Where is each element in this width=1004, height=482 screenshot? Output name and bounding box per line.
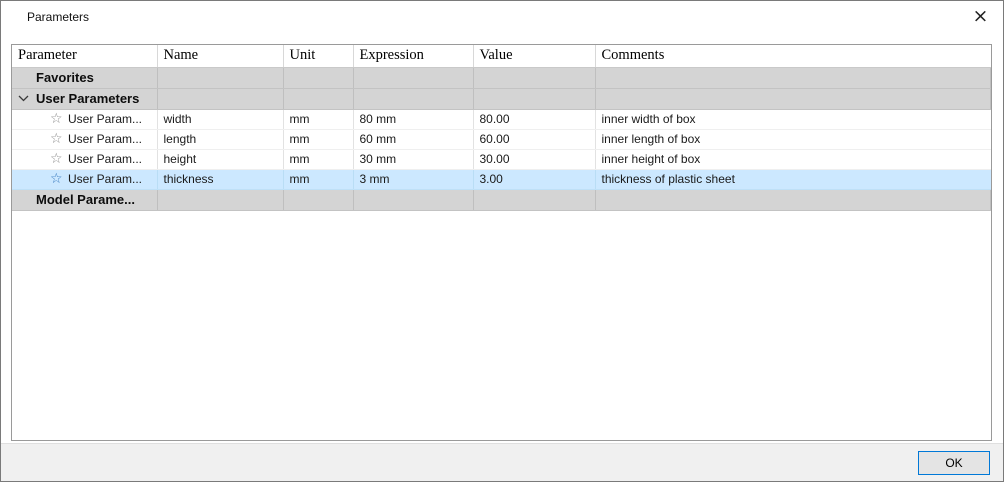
favorite-star-icon[interactable]: ☆ [50,172,68,186]
favorite-star-icon[interactable]: ☆ [50,112,68,126]
group-label-model-parameters: Model Parame... [36,192,135,207]
comments-cell[interactable]: inner width of box [595,109,991,129]
unit-cell[interactable]: mm [283,169,353,189]
value-cell: 80.00 [473,109,595,129]
ok-button[interactable]: OK [918,451,990,475]
footer-bar: OK [1,443,1003,481]
name-cell[interactable]: length [157,129,283,149]
parameter-type-label: User Param... [68,132,142,146]
name-cell[interactable]: width [157,109,283,129]
expression-cell[interactable]: 60 mm [353,129,473,149]
column-header-value[interactable]: Value [473,45,595,67]
group-row-user-parameters[interactable]: User Parameters [12,88,991,109]
value-cell: 60.00 [473,129,595,149]
parameter-type-label: User Param... [68,172,142,186]
column-header-comments[interactable]: Comments [595,45,991,67]
comments-cell[interactable]: inner height of box [595,149,991,169]
table-header-row: Parameter Name Unit Expression Value Com… [12,45,991,67]
group-row-model-parameters[interactable]: Model Parame... [12,189,991,210]
expression-cell[interactable]: 3 mm [353,169,473,189]
expression-cell[interactable]: 30 mm [353,149,473,169]
expression-cell[interactable]: 80 mm [353,109,473,129]
comments-cell[interactable]: thickness of plastic sheet [595,169,991,189]
column-header-unit[interactable]: Unit [283,45,353,67]
parameter-type-label: User Param... [68,152,142,166]
value-cell: 3.00 [473,169,595,189]
group-row-favorites[interactable]: Favorites [12,67,991,88]
chevron-down-icon[interactable] [18,95,36,102]
dialog-content: Parameter Name Unit Expression Value Com… [1,32,1003,443]
favorite-star-icon[interactable]: ☆ [50,132,68,146]
favorite-star-icon[interactable]: ☆ [50,152,68,166]
column-header-expression[interactable]: Expression [353,45,473,67]
parameters-dialog: Parameters × Parameter Name Unit Express… [0,0,1004,482]
value-cell: 30.00 [473,149,595,169]
close-icon[interactable]: × [958,1,1003,32]
parameter-row-width[interactable]: ☆ User Param... width mm 80 mm 80.00 inn… [12,109,991,129]
name-cell[interactable]: height [157,149,283,169]
title-bar: Parameters × [1,1,1003,32]
comments-cell[interactable]: inner length of box [595,129,991,149]
parameter-row-thickness[interactable]: ☆ User Param... thickness mm 3 mm 3.00 t… [12,169,991,189]
parameter-row-length[interactable]: ☆ User Param... length mm 60 mm 60.00 in… [12,129,991,149]
column-header-name[interactable]: Name [157,45,283,67]
group-label-user-parameters: User Parameters [36,91,139,106]
dialog-title: Parameters [1,10,89,24]
parameter-row-height[interactable]: ☆ User Param... height mm 30 mm 30.00 in… [12,149,991,169]
unit-cell[interactable]: mm [283,129,353,149]
name-cell[interactable]: thickness [157,169,283,189]
parameter-type-label: User Param... [68,112,142,126]
unit-cell[interactable]: mm [283,109,353,129]
parameters-table: Parameter Name Unit Expression Value Com… [11,44,992,441]
unit-cell[interactable]: mm [283,149,353,169]
column-header-parameter[interactable]: Parameter [12,45,157,67]
group-label-favorites: Favorites [36,70,94,85]
